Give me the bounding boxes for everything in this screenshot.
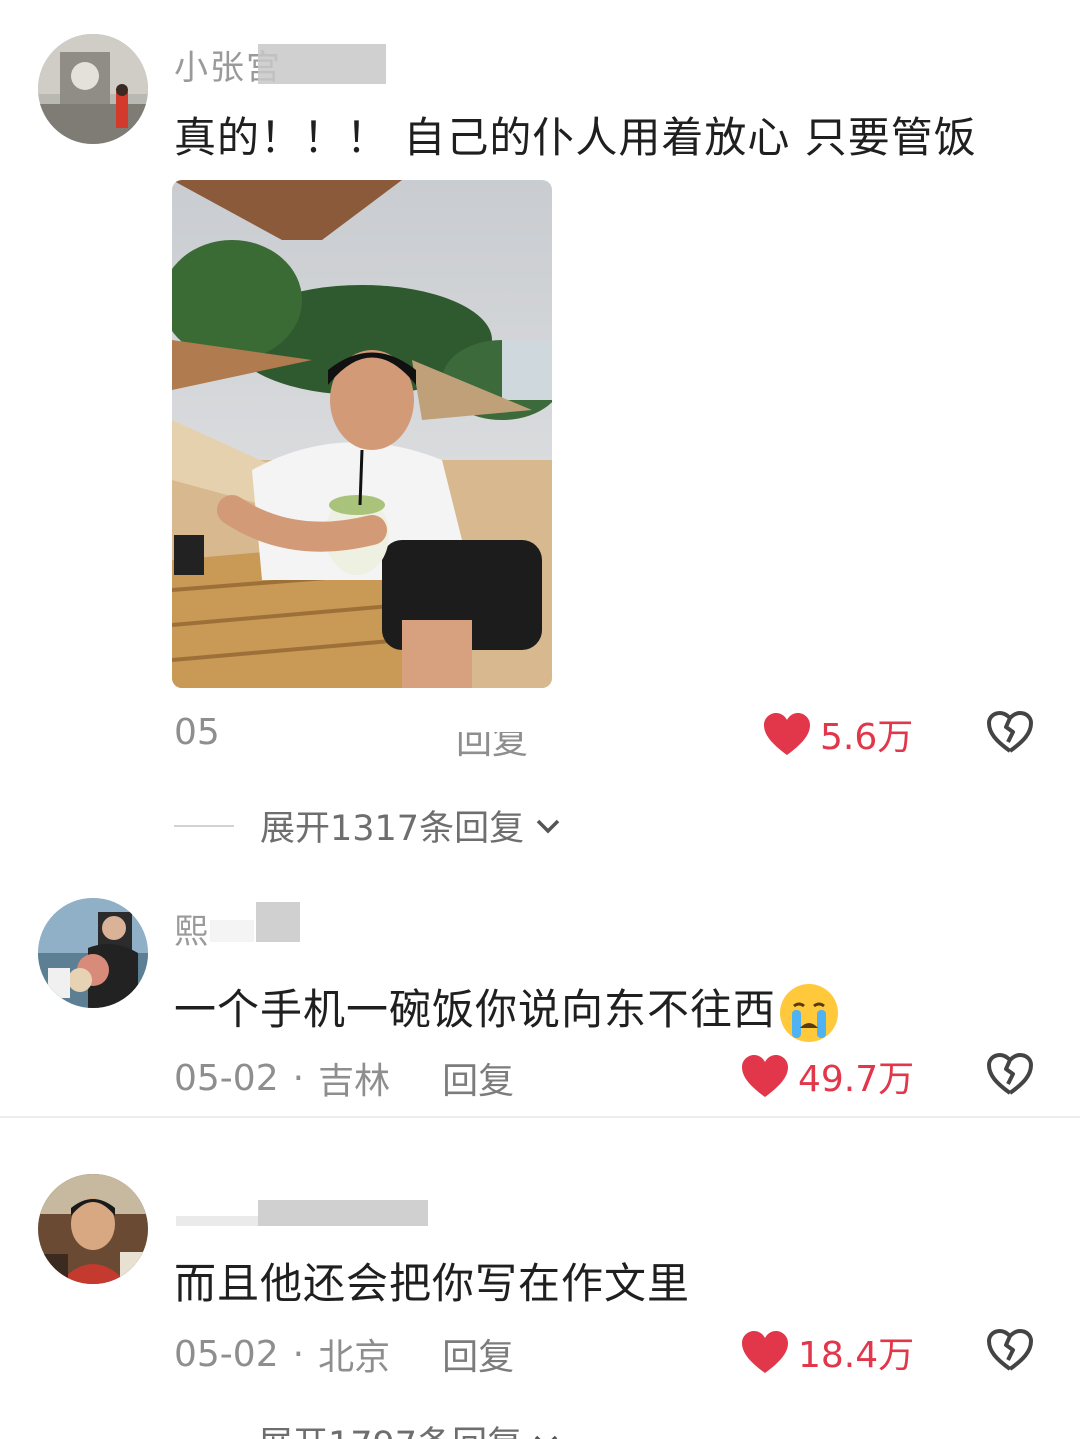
like-count: 5.6万 (820, 717, 914, 758)
comment-date: 05-02 (174, 1333, 279, 1375)
reply-button[interactable]: 回复 (442, 1052, 514, 1104)
avatar[interactable] (38, 34, 148, 144)
comment-text-body: 一个手机一碗饭你说向东不往西 (174, 985, 777, 1034)
comment-text: 而且他还会把你写在作文里 (174, 1259, 691, 1308)
expand-replies[interactable]: 展开1317条回复 (174, 800, 562, 851)
meta-separator: · (292, 1333, 305, 1375)
broken-heart-icon[interactable] (986, 1052, 1034, 1096)
comment-photo[interactable] (172, 180, 552, 688)
comment-item: 熙 一个手机一碗饭你说向东不往西 05-02 · 吉林 回复 49.7万 (0, 880, 1080, 1115)
like-button[interactable]: 49.7万 (740, 1050, 914, 1102)
blurred-username (256, 902, 300, 942)
comment-meta: 05-02 · 北京 回复 (174, 1328, 514, 1380)
comment-location: 吉林 (318, 1061, 391, 1102)
blurred-username-2 (210, 920, 254, 942)
comments-page: 小张宫 真的！！！ 自己的仆人用着放心 只要管饭 05 回复 5.6万 展开13… (0, 0, 1080, 1439)
like-button[interactable]: 18.4万 (740, 1326, 914, 1378)
heart-icon (742, 1331, 788, 1373)
broken-heart-icon[interactable] (986, 710, 1034, 754)
reply-button[interactable]: 回复 (442, 1328, 514, 1380)
chevron-down-icon (534, 1435, 558, 1439)
blurred-username-2 (176, 1216, 258, 1226)
comment-date: 05-02 (174, 1057, 279, 1099)
comment-item: 小张宫 真的！！！ 自己的仆人用着放心 只要管饭 05 回复 5.6万 展开13… (0, 0, 1080, 860)
expand-label: 展开1317条回复 (260, 809, 525, 849)
blurred-username (258, 1200, 428, 1226)
avatar[interactable] (38, 898, 148, 1008)
comment-meta: 05 (174, 712, 220, 753)
like-count: 18.4万 (798, 1335, 915, 1376)
heart-icon (764, 713, 810, 755)
comment-text: 一个手机一碗饭你说向东不往西 (174, 976, 839, 1042)
crying-face-emoji (780, 983, 839, 1042)
divider (0, 1116, 1080, 1118)
comment-date: 05 (174, 712, 220, 753)
heart-icon (742, 1055, 788, 1097)
blurred-username (258, 44, 386, 84)
username[interactable]: 熙 (174, 904, 210, 953)
comment-location: 北京 (318, 1337, 391, 1378)
comment-item: 而且他还会把你写在作文里 05-02 · 北京 回复 18.4万 展开1797条… (0, 1160, 1080, 1439)
blurred-meta-2 (456, 710, 566, 732)
expand-replies[interactable]: 展开1797条回复 (258, 1416, 560, 1439)
expand-label: 展开1797条回复 (258, 1416, 522, 1439)
expand-line (174, 824, 234, 827)
chevron-down-icon (536, 819, 560, 833)
like-button[interactable]: 5.6万 (762, 708, 913, 760)
avatar[interactable] (38, 1174, 148, 1284)
meta-separator: · (292, 1057, 305, 1099)
broken-heart-icon[interactable] (986, 1328, 1034, 1372)
blurred-meta (236, 708, 456, 752)
comment-meta: 05-02 · 吉林 回复 (174, 1052, 514, 1104)
comment-text: 真的！！！ 自己的仆人用着放心 只要管饭 (174, 113, 977, 162)
like-count: 49.7万 (798, 1059, 915, 1100)
